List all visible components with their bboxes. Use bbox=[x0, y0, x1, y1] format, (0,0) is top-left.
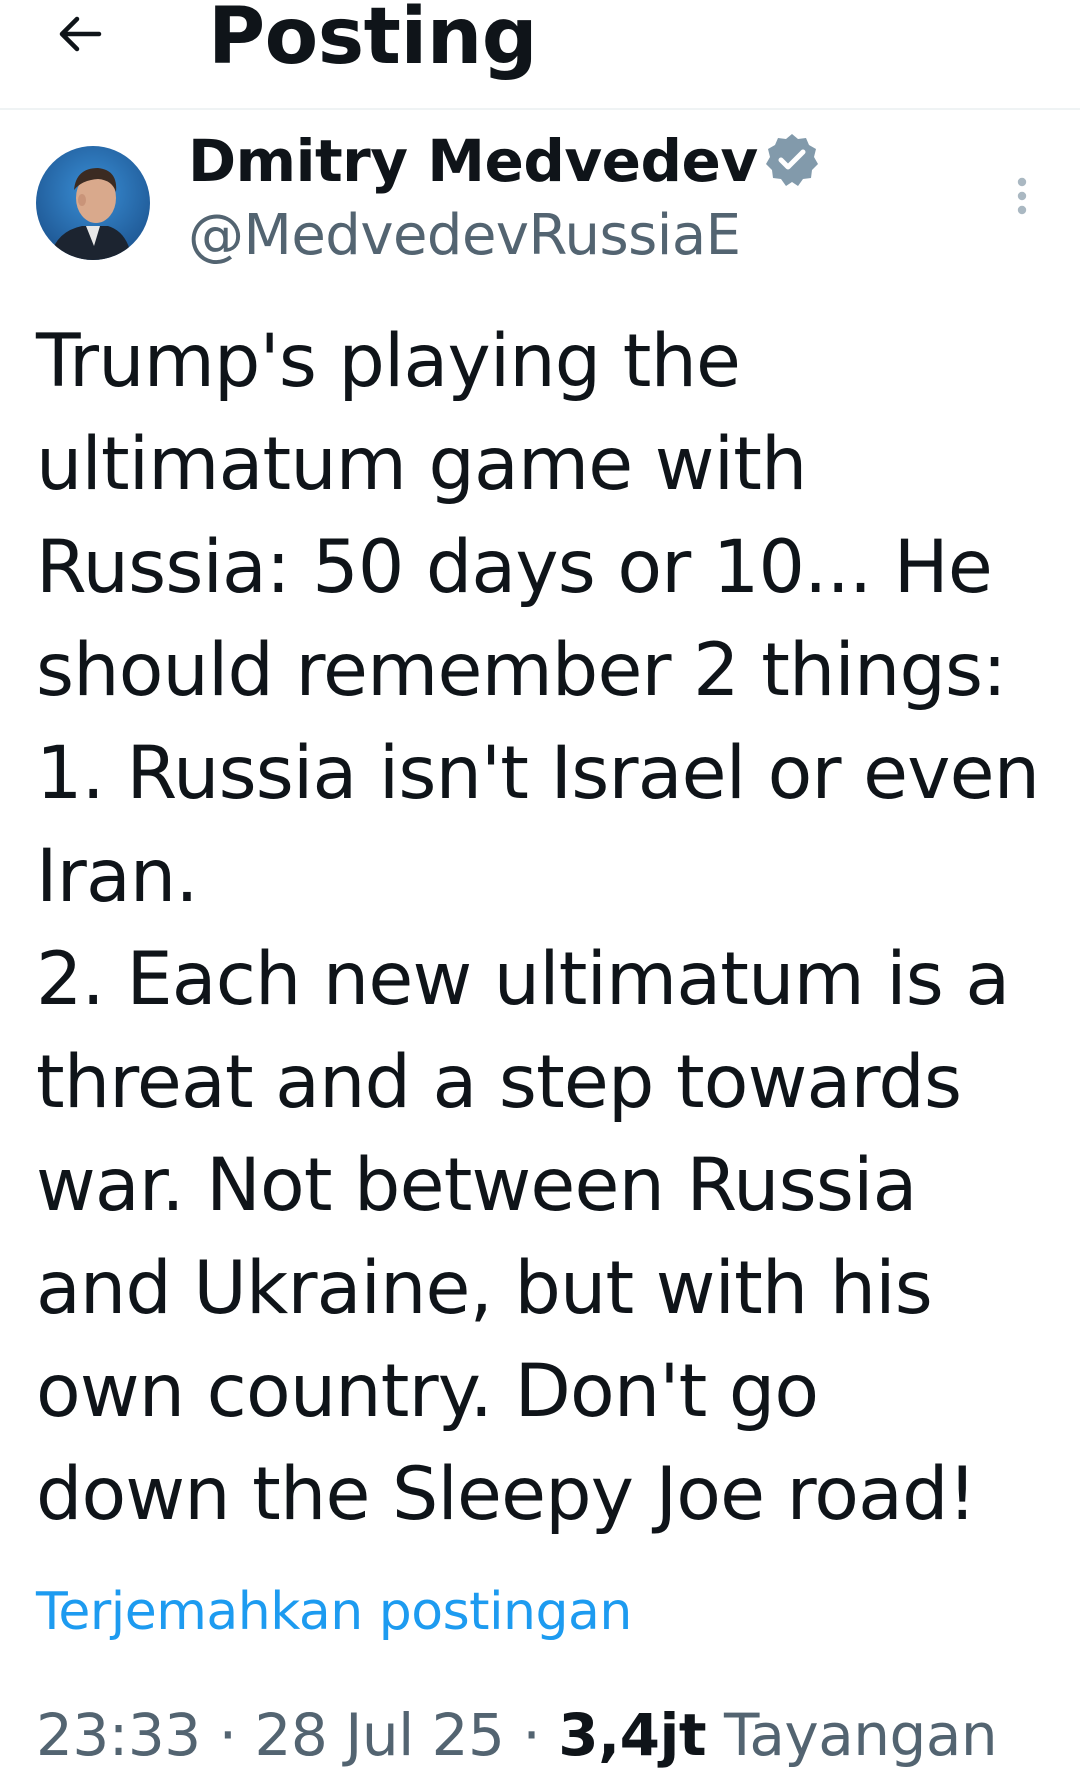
post-date[interactable]: 28 Jul 25 bbox=[254, 1701, 504, 1769]
post-text-line: and Ukraine, but with his bbox=[36, 1246, 933, 1331]
back-button[interactable] bbox=[52, 6, 108, 62]
meta-separator: · bbox=[522, 1701, 541, 1769]
post-text-line: Russia: 50 days or 10... He bbox=[36, 525, 993, 610]
post-text-line: Iran. bbox=[36, 834, 199, 919]
post-time[interactable]: 23:33 bbox=[36, 1701, 201, 1769]
translate-post-link[interactable]: Terjemahkan postingan bbox=[36, 1580, 632, 1644]
post-text-line: 1. Russia isn't Israel or even bbox=[36, 731, 1040, 816]
post-meta: 23:33 · 28 Jul 25 · 3,4jt Tayangan bbox=[36, 1700, 998, 1770]
post-text-line: Trump's playing the bbox=[36, 319, 741, 404]
page-title: Posting bbox=[208, 0, 538, 82]
post-text-line: 2. Each new ultimatum is a bbox=[36, 937, 1010, 1022]
author-handle[interactable]: @MedvedevRussiaE bbox=[188, 204, 741, 268]
post-text-line: should remember 2 things: bbox=[36, 628, 1007, 713]
views-count: 3,4jt bbox=[558, 1701, 707, 1769]
meta-separator: · bbox=[218, 1701, 237, 1769]
post-text-line: war. Not between Russia bbox=[36, 1143, 917, 1228]
more-vertical-icon bbox=[1017, 177, 1027, 215]
post-text-line: ultimatum game with bbox=[36, 422, 807, 507]
arrow-left-icon bbox=[59, 16, 102, 52]
verified-badge-icon bbox=[762, 130, 822, 190]
more-options-button[interactable] bbox=[1000, 168, 1044, 224]
views-label: Tayangan bbox=[724, 1701, 998, 1769]
avatar[interactable] bbox=[36, 146, 150, 260]
top-bar: Posting bbox=[0, 0, 1080, 110]
post-text: Trump's playing the ultimatum game with … bbox=[36, 310, 1046, 1546]
post-text-line: threat and a step towards bbox=[36, 1040, 962, 1125]
author-name[interactable]: Dmitry Medvedev bbox=[188, 126, 758, 196]
post-text-line: own country. Don't go bbox=[36, 1349, 819, 1434]
post-text-line: down the Sleepy Joe road! bbox=[36, 1452, 977, 1537]
